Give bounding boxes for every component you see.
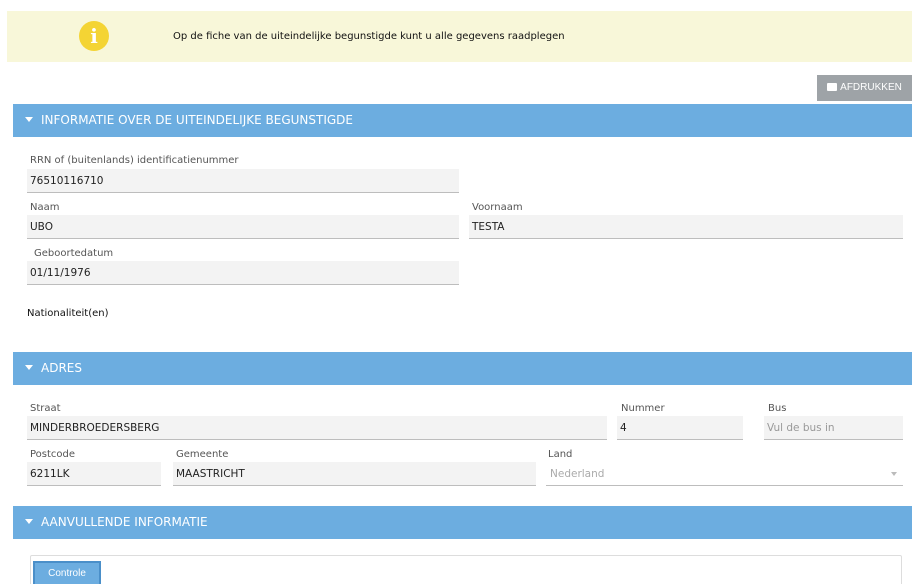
info-banner-text: Op de fiche van de uiteindelijke begunst… (173, 31, 565, 42)
section-header-info[interactable]: INFORMATIE OVER DE UITEINDELIJKE BEGUNST… (13, 104, 912, 137)
caret-down-icon (25, 117, 33, 122)
printer-icon (827, 83, 838, 91)
section-title-address: ADRES (41, 361, 82, 375)
country-select-value: Nederland (550, 468, 605, 480)
chevron-down-icon (891, 472, 897, 476)
caret-down-icon (25, 365, 33, 370)
street-field[interactable]: MINDERBROEDERSBERG (27, 416, 607, 440)
postcode-field[interactable]: 6211LK (27, 462, 161, 486)
info-banner: i Op de fiche van de uiteindelijke begun… (7, 11, 912, 62)
caret-down-icon (25, 519, 33, 524)
country-select[interactable]: Nederland (546, 462, 903, 486)
extra-info-panel (30, 555, 902, 584)
print-button-label: AFDRUKKEN (840, 82, 902, 93)
birthdate-field[interactable]: 01/11/1976 (27, 261, 459, 285)
rrn-field[interactable]: 76510116710 (27, 169, 459, 193)
controle-button[interactable]: Controle (33, 561, 101, 584)
rrn-label: RRN of (buitenlands) identificatienummer (30, 155, 239, 166)
bus-field[interactable]: Vul de bus in (764, 416, 903, 440)
number-label: Nummer (621, 403, 665, 414)
nationality-label: Nationaliteit(en) (27, 308, 109, 319)
section-title-extra: AANVULLENDE INFORMATIE (41, 515, 208, 529)
bus-label: Bus (768, 403, 787, 414)
name-label: Naam (30, 202, 60, 213)
section-header-extra[interactable]: AANVULLENDE INFORMATIE (13, 506, 912, 539)
firstname-label: Voornaam (472, 202, 523, 213)
city-label: Gemeente (176, 449, 229, 460)
section-header-address[interactable]: ADRES (13, 352, 912, 385)
name-field[interactable]: UBO (27, 215, 459, 239)
city-field[interactable]: MAASTRICHT (173, 462, 536, 486)
info-icon: i (79, 21, 109, 51)
postcode-label: Postcode (30, 449, 76, 460)
section-title-info: INFORMATIE OVER DE UITEINDELIJKE BEGUNST… (41, 113, 353, 127)
number-field[interactable]: 4 (617, 416, 743, 440)
firstname-field[interactable]: TESTA (469, 215, 903, 239)
print-button[interactable]: AFDRUKKEN (817, 75, 912, 101)
country-label: Land (548, 449, 573, 460)
birthdate-label: Geboortedatum (34, 248, 114, 259)
street-label: Straat (30, 403, 61, 414)
